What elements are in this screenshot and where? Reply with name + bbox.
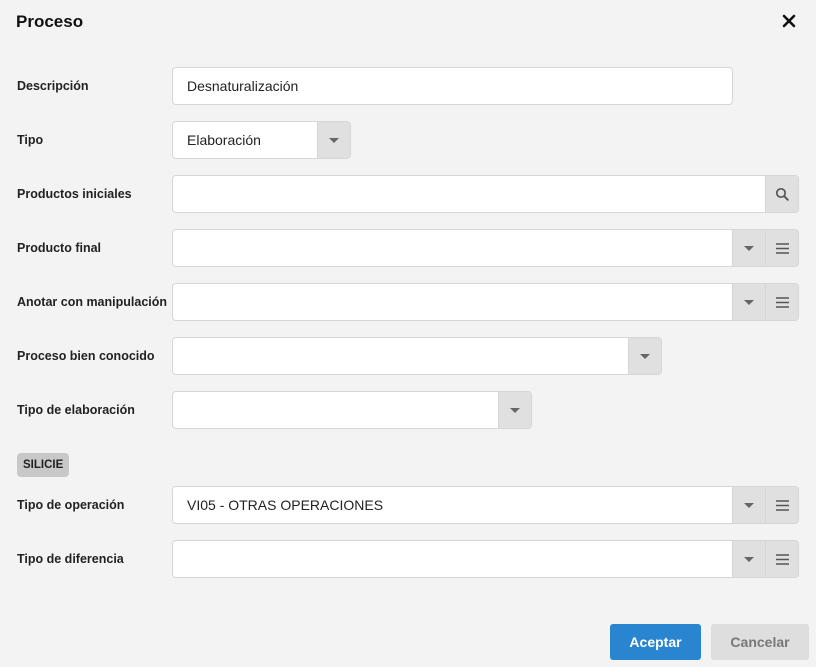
list-icon	[775, 553, 789, 565]
tipo-elaboracion-select[interactable]	[172, 391, 532, 429]
descripcion-input[interactable]: Desnaturalización	[172, 67, 733, 105]
productos-iniciales-input[interactable]	[172, 175, 799, 213]
tipo-operacion-select[interactable]: VI05 - OTRAS OPERACIONES	[172, 486, 799, 524]
tipo-diferencia-value[interactable]	[173, 541, 732, 577]
tipo-operacion-label: Tipo de operación	[17, 498, 125, 512]
anotar-manipulacion-label: Anotar con manipulación	[17, 295, 168, 309]
tipo-diferencia-select[interactable]	[172, 540, 799, 578]
anotar-manipulacion-value[interactable]	[173, 284, 732, 320]
chevron-down-icon	[744, 556, 754, 562]
proceso-bien-conocido-label: Proceso bien conocido	[17, 349, 155, 363]
chevron-down-icon	[510, 407, 520, 413]
search-icon	[775, 187, 789, 201]
productos-iniciales-search-button[interactable]	[765, 176, 798, 212]
producto-final-label: Producto final	[17, 241, 102, 255]
chevron-down-icon	[329, 137, 339, 143]
tipo-elaboracion-dropdown-button[interactable]	[498, 392, 531, 428]
accept-button[interactable]: Aceptar	[610, 624, 701, 660]
tipo-operacion-list-button[interactable]	[765, 487, 798, 523]
anotar-manipulacion-dropdown-button[interactable]	[732, 284, 765, 320]
anotar-manipulacion-select[interactable]	[172, 283, 799, 321]
list-icon	[775, 296, 789, 308]
tipo-diferencia-label: Tipo de diferencia	[17, 552, 124, 566]
list-icon	[775, 499, 789, 511]
chevron-down-icon	[744, 245, 754, 251]
tipo-elaboracion-value[interactable]	[173, 392, 498, 428]
anotar-manipulacion-list-button[interactable]	[765, 284, 798, 320]
productos-iniciales-label: Productos iniciales	[17, 187, 132, 201]
productos-iniciales-value[interactable]	[173, 176, 765, 212]
producto-final-select[interactable]	[172, 229, 799, 267]
proceso-bien-conocido-dropdown-button[interactable]	[628, 338, 661, 374]
producto-final-value[interactable]	[173, 230, 732, 266]
dialog-title: Proceso	[16, 12, 84, 31]
tipo-dropdown-button[interactable]	[317, 122, 350, 158]
tipo-operacion-value[interactable]: VI05 - OTRAS OPERACIONES	[173, 487, 732, 523]
proceso-bien-conocido-select[interactable]	[172, 337, 662, 375]
tipo-operacion-dropdown-button[interactable]	[732, 487, 765, 523]
descripcion-value[interactable]: Desnaturalización	[173, 68, 732, 104]
tipo-elaboracion-label: Tipo de elaboración	[17, 403, 135, 417]
list-icon	[775, 242, 789, 254]
producto-final-dropdown-button[interactable]	[732, 230, 765, 266]
close-icon[interactable]	[780, 10, 798, 32]
producto-final-list-button[interactable]	[765, 230, 798, 266]
descripcion-label: Descripción	[17, 79, 89, 93]
tipo-diferencia-dropdown-button[interactable]	[732, 541, 765, 577]
tipo-diferencia-list-button[interactable]	[765, 541, 798, 577]
chevron-down-icon	[640, 353, 650, 359]
chevron-down-icon	[744, 299, 754, 305]
proceso-bien-conocido-value[interactable]	[173, 338, 628, 374]
cancel-button[interactable]: Cancelar	[711, 624, 809, 660]
chevron-down-icon	[744, 502, 754, 508]
silicie-section-badge: SILICIE	[17, 453, 70, 477]
tipo-value[interactable]: Elaboración	[173, 122, 317, 158]
tipo-label: Tipo	[17, 133, 44, 147]
tipo-select[interactable]: Elaboración	[172, 121, 351, 159]
